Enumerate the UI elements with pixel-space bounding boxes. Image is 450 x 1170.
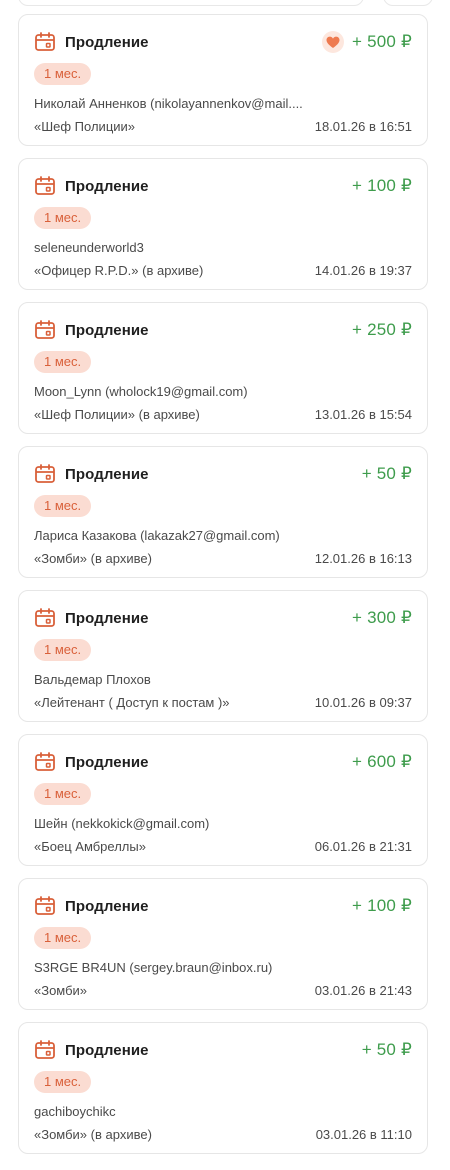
calendar-icon [34, 895, 56, 917]
calendar-icon [34, 319, 56, 341]
period-badge: 1 мес. [34, 63, 92, 85]
transaction-card[interactable]: Продление + 300 ₽ 1 мес. Вальдемар Плохов «Л… [18, 590, 428, 722]
transaction-amount: + 100 ₽ [352, 896, 412, 915]
transaction-amount: + 50 ₽ [361, 464, 412, 483]
card-header: Продление + 300 ₽ [34, 605, 412, 631]
card-header: Продление + 50 ₽ [34, 461, 412, 487]
transaction-date: 12.01.26 в 16:13 [314, 551, 412, 566]
card-header: Продление + 100 ₽ [34, 893, 412, 919]
calendar-icon [34, 751, 56, 773]
transaction-title: Продление [65, 897, 149, 915]
transaction-amount: + 100 ₽ [352, 176, 412, 195]
card-header: Продление + 100 ₽ [34, 173, 412, 199]
transaction-card[interactable]: Продление + 600 ₽ 1 мес. Шейн (nekkokick@gm… [18, 734, 428, 866]
transaction-card[interactable]: Продление + 250 ₽ 1 мес. Moon_Lynn (wholock… [18, 302, 428, 434]
card-header: Продление + 500 ₽ [34, 29, 412, 55]
subscriber-name: seleneunderworld3 [34, 240, 144, 255]
transaction-card[interactable]: Продление + 50 ₽ 1 мес. Лариса Казакова (la… [18, 446, 428, 578]
transaction-card[interactable]: Продление + 100 ₽ 1 мес. S3RGE BR4UN (serge… [18, 878, 428, 1010]
transaction-amount: + 500 ₽ [352, 32, 412, 51]
calendar-icon [34, 175, 56, 197]
subscription-tier: «Зомби» (в архиве) [34, 1127, 152, 1142]
card-footer: «Офицер R.P.D.» (в архиве) 14.01.26 в 19:… [34, 263, 412, 278]
transaction-title: Продление [65, 1041, 149, 1059]
period-badge: 1 мес. [34, 783, 92, 805]
transaction-date: 18.01.26 в 16:51 [314, 119, 412, 134]
transaction-card[interactable]: Продление + 500 ₽ 1 мес. Николай Анненков (… [18, 14, 428, 146]
subscriber-name: gachiboychikc [34, 1104, 116, 1119]
subscription-tier: «Зомби» [34, 983, 88, 998]
subscriber-name: Николай Анненков (nikolayannenkov@mail..… [34, 96, 303, 111]
previous-button-edge [383, 0, 433, 6]
calendar-icon [34, 1039, 56, 1061]
transaction-amount: + 50 ₽ [361, 1040, 412, 1059]
card-header: Продление + 250 ₽ [34, 317, 412, 343]
transaction-date: 10.01.26 в 09:37 [314, 695, 412, 710]
transaction-date: 03.01.26 в 11:10 [315, 1127, 412, 1142]
transaction-card[interactable]: Продление + 50 ₽ 1 мес. gachiboychikc «Зомби… [18, 1022, 428, 1154]
transaction-title: Продление [65, 609, 149, 627]
calendar-icon [34, 31, 56, 53]
heart-icon [322, 31, 345, 53]
transaction-amount: + 300 ₽ [352, 608, 412, 627]
subscription-tier: «Лейтенант ( Доступ к постам )» [34, 695, 230, 710]
transaction-date: 14.01.26 в 19:37 [314, 263, 412, 278]
period-badge: 1 мес. [34, 639, 92, 661]
card-footer: «Шеф Полиции» 18.01.26 в 16:51 [34, 119, 412, 134]
transaction-title: Продление [65, 33, 149, 51]
period-badge: 1 мес. [34, 1071, 92, 1093]
card-footer: «Шеф Полиции» (в архиве) 13.01.26 в 15:54 [34, 407, 412, 422]
previous-card-edge [18, 0, 364, 6]
period-badge: 1 мес. [34, 207, 92, 229]
card-footer: «Зомби» (в архиве) 03.01.26 в 11:10 [34, 1127, 412, 1142]
transaction-date: 03.01.26 в 21:43 [314, 983, 412, 998]
card-header: Продление + 600 ₽ [34, 749, 412, 775]
period-badge: 1 мес. [34, 495, 92, 517]
calendar-icon [34, 607, 56, 629]
card-header: Продление + 50 ₽ [34, 1037, 412, 1063]
subscription-tier: «Шеф Полиции» (в архиве) [34, 407, 200, 422]
subscriber-name: Вальдемар Плохов [34, 672, 151, 687]
transaction-title: Продление [65, 177, 149, 195]
card-footer: «Зомби» 03.01.26 в 21:43 [34, 983, 412, 998]
card-footer: «Лейтенант ( Доступ к постам )» 10.01.26 … [34, 695, 412, 710]
period-badge: 1 мес. [34, 927, 92, 949]
calendar-icon [34, 463, 56, 485]
subscription-tier: «Офицер R.P.D.» (в архиве) [34, 263, 204, 278]
card-footer: «Зомби» (в архиве) 12.01.26 в 16:13 [34, 551, 412, 566]
transactions-list: Продление + 500 ₽ 1 мес. Николай Анненков (… [0, 0, 450, 1170]
card-footer: «Боец Амбреллы» 06.01.26 в 21:31 [34, 839, 412, 854]
subscription-tier: «Боец Амбреллы» [34, 839, 146, 854]
transaction-title: Продление [65, 753, 149, 771]
transaction-date: 13.01.26 в 15:54 [314, 407, 412, 422]
subscriber-name: Moon_Lynn (wholock19@gmail.com) [34, 384, 248, 399]
transaction-title: Продление [65, 465, 149, 483]
subscription-tier: «Зомби» (в архиве) [34, 551, 152, 566]
transaction-card[interactable]: Продление + 100 ₽ 1 мес. seleneunderworld3 «… [18, 158, 428, 290]
transaction-title: Продление [65, 321, 149, 339]
subscription-tier: «Шеф Полиции» [34, 119, 136, 134]
transaction-date: 06.01.26 в 21:31 [314, 839, 412, 854]
period-badge: 1 мес. [34, 351, 92, 373]
transaction-amount: + 600 ₽ [352, 752, 412, 771]
transaction-amount: + 250 ₽ [352, 320, 412, 339]
subscriber-name: Лариса Казакова (lakazak27@gmail.com) [34, 528, 280, 543]
subscriber-name: S3RGE BR4UN (sergey.braun@inbox.ru) [34, 960, 273, 975]
subscriber-name: Шейн (nekkokick@gmail.com) [34, 816, 210, 831]
